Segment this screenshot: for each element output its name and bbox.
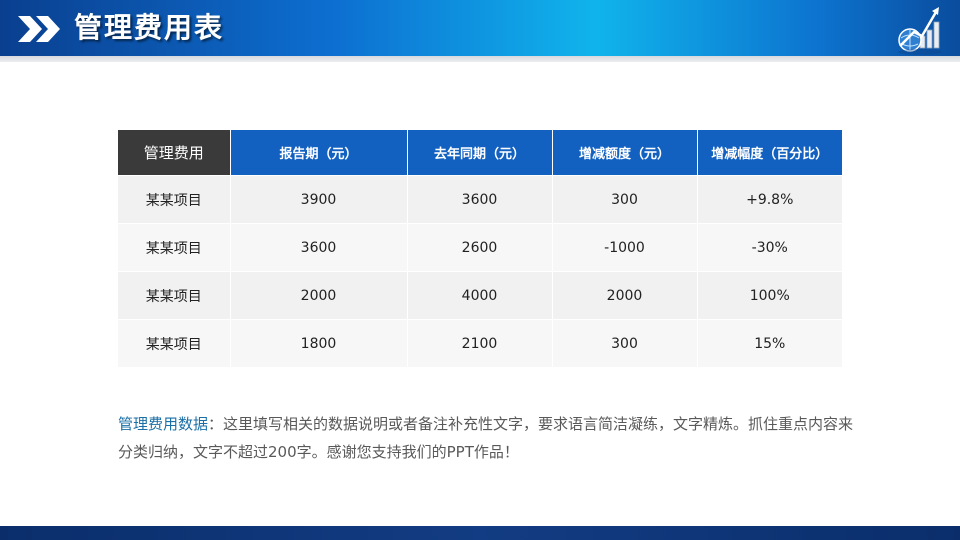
note-paragraph: 管理费用数据：这里填写相关的数据说明或者备注补充性文字，要求语言简洁凝练，文字精… bbox=[118, 410, 863, 466]
table-cell: 某某项目 bbox=[118, 175, 231, 224]
table-row: 某某项目 3900 3600 300 +9.8% bbox=[118, 175, 842, 224]
table-cell: -30% bbox=[697, 223, 842, 272]
table-cell: 3900 bbox=[230, 175, 408, 224]
management-expense-table: 管理费用 报告期（元） 去年同期（元） 增减额度（元） 增减幅度（百分比） 某某… bbox=[118, 130, 842, 367]
table-header-row: 管理费用 报告期（元） 去年同期（元） 增减额度（元） 增减幅度（百分比） bbox=[118, 130, 842, 176]
globe-bar-chart-logo-icon bbox=[898, 7, 942, 55]
table-cell: 3600 bbox=[230, 223, 408, 272]
table-cell: -1000 bbox=[552, 223, 698, 272]
table-cell: 2000 bbox=[230, 271, 408, 320]
title-bar-divider bbox=[0, 56, 960, 62]
table-cell: 3600 bbox=[407, 175, 553, 224]
double-chevron-right-icon bbox=[18, 16, 60, 42]
table-cell: 2100 bbox=[407, 319, 553, 367]
column-header: 增减额度（元） bbox=[552, 130, 698, 176]
column-header: 报告期（元） bbox=[230, 130, 408, 176]
table-cell: 某某项目 bbox=[118, 319, 231, 367]
table-row: 某某项目 2000 4000 2000 100% bbox=[118, 271, 842, 320]
table-cell: 15% bbox=[697, 319, 842, 367]
column-header: 增减幅度（百分比） bbox=[697, 130, 842, 176]
table-cell: 1800 bbox=[230, 319, 408, 367]
table-cell: 100% bbox=[697, 271, 842, 320]
table-cell: 某某项目 bbox=[118, 223, 231, 272]
footer-bar bbox=[0, 526, 960, 540]
table-cell: +9.8% bbox=[697, 175, 842, 224]
table-cell: 300 bbox=[552, 319, 698, 367]
table-cell: 2600 bbox=[407, 223, 553, 272]
table-cell: 2000 bbox=[552, 271, 698, 320]
table-row: 某某项目 1800 2100 300 15% bbox=[118, 319, 842, 367]
table-cell: 4000 bbox=[407, 271, 553, 320]
note-text: ：这里填写相关的数据说明或者备注补充性文字，要求语言简洁凝练，文字精炼。抓住重点… bbox=[118, 415, 854, 461]
column-header: 去年同期（元） bbox=[407, 130, 553, 176]
table-cell: 某某项目 bbox=[118, 271, 231, 320]
note-label: 管理费用数据 bbox=[118, 415, 209, 433]
page-title: 管理费用表 bbox=[74, 11, 225, 44]
column-header: 管理费用 bbox=[118, 130, 231, 176]
table-row: 某某项目 3600 2600 -1000 -30% bbox=[118, 223, 842, 272]
table-cell: 300 bbox=[552, 175, 698, 224]
